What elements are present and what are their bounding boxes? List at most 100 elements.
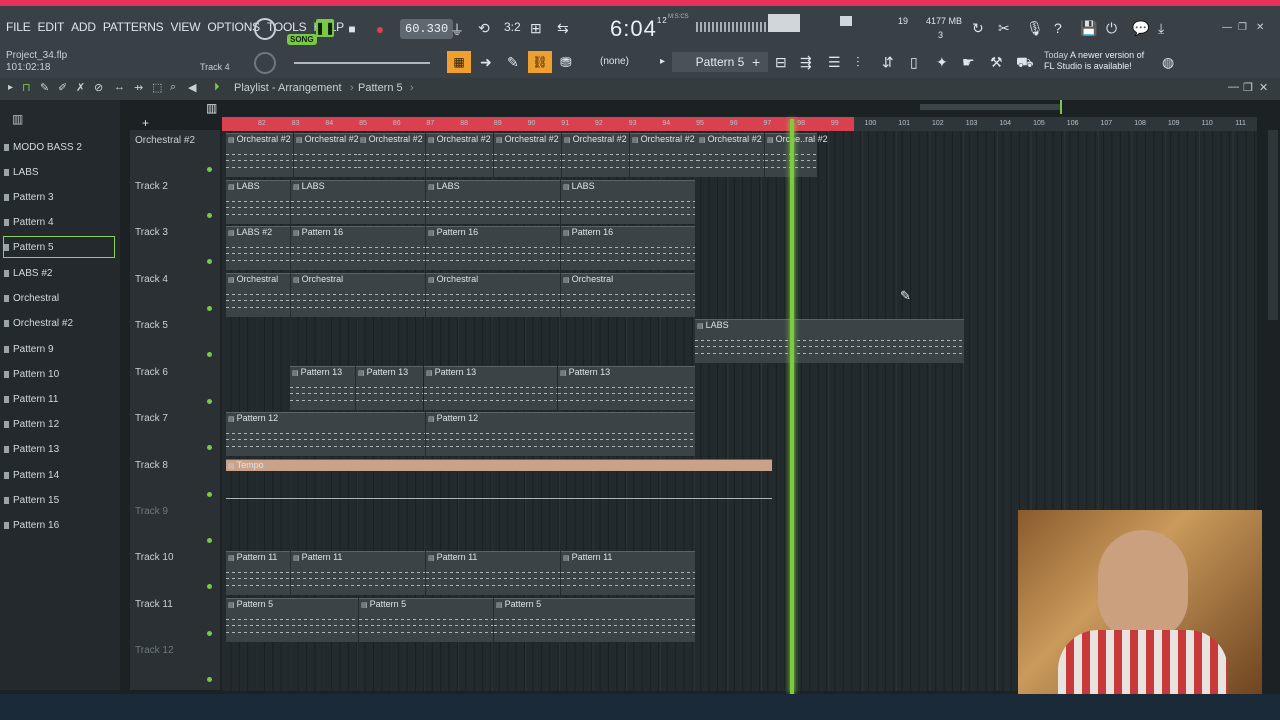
pattern-clip[interactable]: Pattern 12 bbox=[226, 412, 425, 456]
track-enable-led[interactable] bbox=[207, 492, 212, 497]
slip-tool-icon[interactable]: ↔ bbox=[114, 81, 125, 93]
channel-rack-icon[interactable]: ⇶ bbox=[800, 54, 812, 71]
restore-icon[interactable]: ❐ bbox=[1238, 22, 1247, 33]
track-name[interactable]: Track 7 bbox=[135, 413, 168, 424]
mute-tool-icon[interactable]: ⊘ bbox=[94, 81, 103, 94]
track-enable-led[interactable] bbox=[207, 677, 212, 682]
arrow-right-icon[interactable]: ➜ bbox=[480, 54, 492, 71]
pattern-clip[interactable]: Pattern 5 bbox=[359, 598, 493, 642]
picker-item[interactable]: Orchestral #2 bbox=[4, 313, 114, 333]
globe-icon[interactable]: ◍ bbox=[1162, 54, 1174, 71]
track-name[interactable]: Track 5 bbox=[135, 320, 168, 331]
playback-tool-icon[interactable]: ◀ bbox=[188, 81, 196, 94]
pattern-clip[interactable]: Pattern 16 bbox=[426, 226, 560, 270]
picker-item[interactable]: Pattern 9 bbox=[4, 339, 114, 359]
picker-item[interactable]: Pattern 4 bbox=[4, 212, 114, 232]
pattern-clip[interactable]: LABS bbox=[226, 180, 290, 224]
pattern-clip[interactable]: LABS #2 bbox=[226, 226, 290, 270]
track-enable-led[interactable] bbox=[207, 631, 212, 636]
menu-edit[interactable]: EDIT bbox=[38, 20, 65, 34]
track-name[interactable]: Track 4 bbox=[135, 274, 168, 285]
track-name[interactable]: Track 8 bbox=[135, 460, 168, 471]
piano-keys-icon[interactable]: ▥ bbox=[12, 112, 23, 126]
pause-icon[interactable]: ❚❚ bbox=[315, 19, 335, 37]
picker-item[interactable]: Pattern 3 bbox=[4, 187, 114, 207]
picker-item[interactable]: Pattern 10 bbox=[4, 364, 114, 384]
stop-icon[interactable]: ■ bbox=[342, 19, 362, 39]
shop-icon[interactable]: ⛟ bbox=[1016, 54, 1034, 73]
pattern-clip[interactable]: Orchestral #2 bbox=[294, 133, 361, 177]
picker-item[interactable]: LABS #2 bbox=[4, 263, 114, 283]
playlist-maximize-icon[interactable]: ❐ bbox=[1243, 81, 1253, 94]
pattern-clip[interactable]: Orchestral #2 bbox=[697, 133, 764, 177]
pat-song-toggle[interactable]: SONG bbox=[287, 29, 317, 47]
link-icon[interactable]: ⛓ bbox=[528, 51, 552, 73]
snap-selector[interactable]: (none) bbox=[600, 56, 629, 67]
plugin-icon[interactable]: ⏻ bbox=[1106, 20, 1117, 37]
track-name[interactable]: Orchestral #2 bbox=[135, 135, 195, 146]
picker-item[interactable]: Pattern 12 bbox=[4, 414, 114, 434]
playlist-play-icon[interactable]: ⏵ bbox=[214, 81, 220, 94]
pattern-clip[interactable]: Pattern 5 bbox=[226, 598, 358, 642]
pattern-clip[interactable]: Pattern 13 bbox=[356, 366, 423, 410]
pattern-clip[interactable]: Pattern 12 bbox=[426, 412, 695, 456]
record-icon[interactable]: ● bbox=[370, 19, 390, 39]
track-enable-led[interactable] bbox=[207, 259, 212, 264]
browser-icon[interactable]: ▯ bbox=[910, 54, 918, 71]
playhead[interactable] bbox=[790, 119, 794, 694]
pitch-knob-icon[interactable] bbox=[254, 52, 276, 74]
stamp-icon[interactable]: ⛃ bbox=[560, 54, 572, 71]
horizontal-scrollbar[interactable] bbox=[920, 104, 1060, 110]
pattern-clip[interactable]: Pattern 13 bbox=[290, 366, 355, 410]
pattern-clip[interactable]: Orchestral bbox=[426, 273, 560, 317]
pattern-clip[interactable]: Pattern 5 bbox=[494, 598, 695, 642]
piano-roll-icon[interactable]: ▦ bbox=[447, 51, 471, 73]
picker-item[interactable]: Pattern 13 bbox=[4, 439, 114, 459]
select-tool-icon[interactable]: ⬚ bbox=[152, 81, 162, 94]
track-name[interactable]: Track 3 bbox=[135, 227, 168, 238]
cut-icon[interactable]: ✂ bbox=[998, 20, 1010, 37]
pattern-clip[interactable]: Pattern 11 bbox=[291, 551, 425, 595]
track-name[interactable]: Track 12 bbox=[135, 645, 174, 656]
playlist-close-icon[interactable]: ✕ bbox=[1259, 81, 1268, 94]
pattern-clip[interactable]: LABS bbox=[426, 180, 560, 224]
undo-history-icon[interactable]: ↻ bbox=[972, 20, 984, 37]
track-enable-led[interactable] bbox=[207, 538, 212, 543]
track-enable-led[interactable] bbox=[207, 584, 212, 589]
pattern-clip[interactable]: Orchestral #2 bbox=[358, 133, 425, 177]
delete-tool-icon[interactable]: ✗ bbox=[76, 81, 85, 94]
master-pitch-slider[interactable] bbox=[294, 62, 430, 64]
playlist-menu-arrow-icon[interactable]: ▸ bbox=[8, 82, 13, 93]
countdown-icon[interactable]: 3:2 bbox=[504, 20, 521, 34]
pattern-clip[interactable]: Pattern 11 bbox=[426, 551, 560, 595]
track-enable-led[interactable] bbox=[207, 306, 212, 311]
pattern-clip[interactable]: Pattern 11 bbox=[226, 551, 290, 595]
piano-roll-window-icon[interactable]: ☰ bbox=[828, 54, 841, 71]
timeline-ruler[interactable]: 82 83 84 85 86 87 88 89 90 91 92 93 94 95 96 97 98 99 100 1… bbox=[222, 117, 1257, 131]
track-name[interactable]: Track 11 bbox=[135, 599, 173, 610]
pattern-clip[interactable]: Orchestral bbox=[291, 273, 425, 317]
loop-record-icon[interactable]: ⟲ bbox=[478, 20, 490, 37]
paint-tool-icon[interactable]: ✐ bbox=[58, 81, 67, 94]
blend-notes-icon[interactable]: ⇆ bbox=[557, 20, 569, 37]
picker-item[interactable]: Pattern 15 bbox=[4, 490, 114, 510]
track-name[interactable]: Track 2 bbox=[135, 181, 168, 192]
update-notice[interactable]: Today A newer version of FL Studio is av… bbox=[1044, 50, 1144, 72]
touch-controller-icon[interactable]: ☛ bbox=[962, 54, 975, 71]
track-enable-led[interactable] bbox=[207, 352, 212, 357]
playlist-minimize-icon[interactable]: — bbox=[1228, 81, 1239, 93]
pattern-clip[interactable]: LABS bbox=[291, 180, 425, 224]
draw-tool-icon[interactable]: ✎ bbox=[40, 81, 49, 94]
pattern-clip[interactable]: Orchestral bbox=[226, 273, 290, 317]
track-name[interactable]: Track 6 bbox=[135, 367, 168, 378]
microphone-icon[interactable]: 🎙 bbox=[1026, 20, 1044, 37]
tempo-display[interactable]: 60.330 bbox=[400, 19, 454, 39]
pattern-clip[interactable]: Orchestral #2 bbox=[494, 133, 561, 177]
chat-icon[interactable]: 💬 bbox=[1132, 20, 1149, 37]
pattern-clip[interactable]: LABS bbox=[695, 319, 964, 363]
playlist-window-icon[interactable]: ⊟ bbox=[775, 54, 787, 71]
download-icon[interactable]: ⤓ bbox=[1158, 20, 1164, 37]
slice-tool-icon[interactable]: ⇸ bbox=[134, 81, 143, 94]
track-enable-led[interactable] bbox=[207, 399, 212, 404]
pattern-clip[interactable]: Orchestral #2 bbox=[562, 133, 629, 177]
